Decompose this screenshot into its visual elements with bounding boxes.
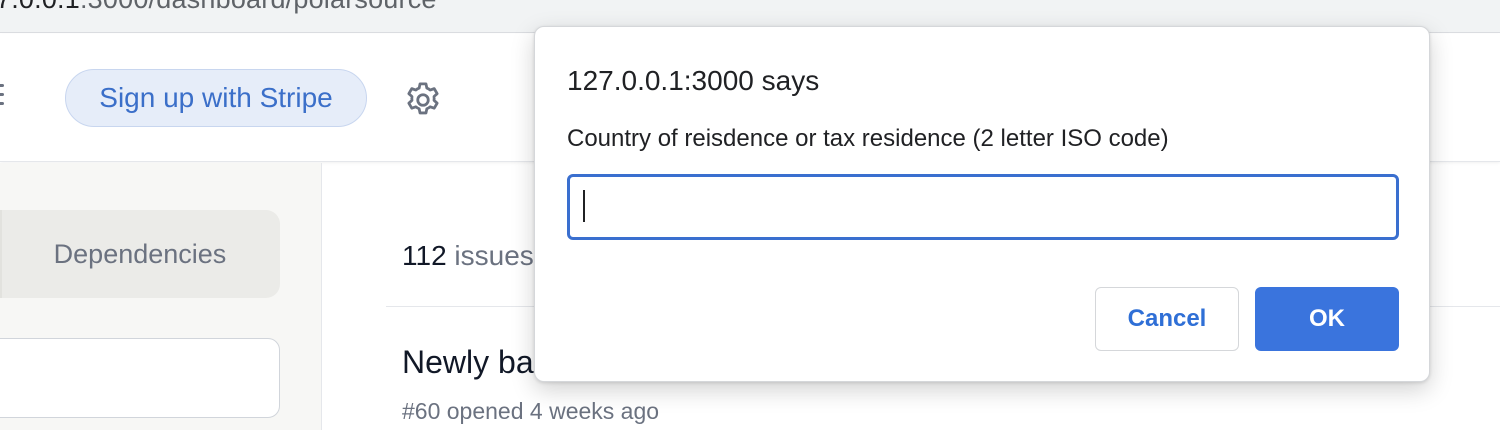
cancel-button[interactable]: Cancel bbox=[1095, 287, 1239, 351]
sidebar: Dependencies bbox=[0, 163, 322, 430]
issues-count-number: 112 bbox=[402, 240, 447, 271]
ok-button[interactable]: OK bbox=[1255, 287, 1399, 351]
url-host: 7.0.0.1 bbox=[0, 0, 80, 14]
gear-icon[interactable] bbox=[402, 79, 444, 121]
tab-dependencies[interactable]: Dependencies bbox=[0, 210, 280, 298]
menu-icon[interactable] bbox=[0, 84, 4, 110]
dialog-title: 127.0.0.1:3000 says bbox=[567, 65, 820, 96]
prompt-dialog: 127.0.0.1:3000 says Country of reisdence… bbox=[534, 26, 1430, 382]
sidebar-search-input[interactable] bbox=[0, 338, 280, 418]
issue-meta: #60 opened 4 weeks ago bbox=[402, 398, 660, 424]
url-path: :3000/dashboard/polarsource bbox=[80, 0, 437, 14]
issues-count: 112 issues bbox=[402, 240, 534, 272]
issue-title[interactable]: Newly ba bbox=[402, 344, 534, 381]
sign-up-with-stripe-button[interactable]: Sign up with Stripe bbox=[65, 69, 367, 127]
text-caret bbox=[583, 190, 585, 222]
issues-count-label: issues bbox=[454, 240, 534, 271]
url-text[interactable]: 7.0.0.1:3000/dashboard/polarsource bbox=[0, 0, 437, 15]
country-code-input[interactable] bbox=[567, 174, 1399, 240]
dialog-message: Country of reisdence or tax residence (2… bbox=[567, 125, 1169, 152]
